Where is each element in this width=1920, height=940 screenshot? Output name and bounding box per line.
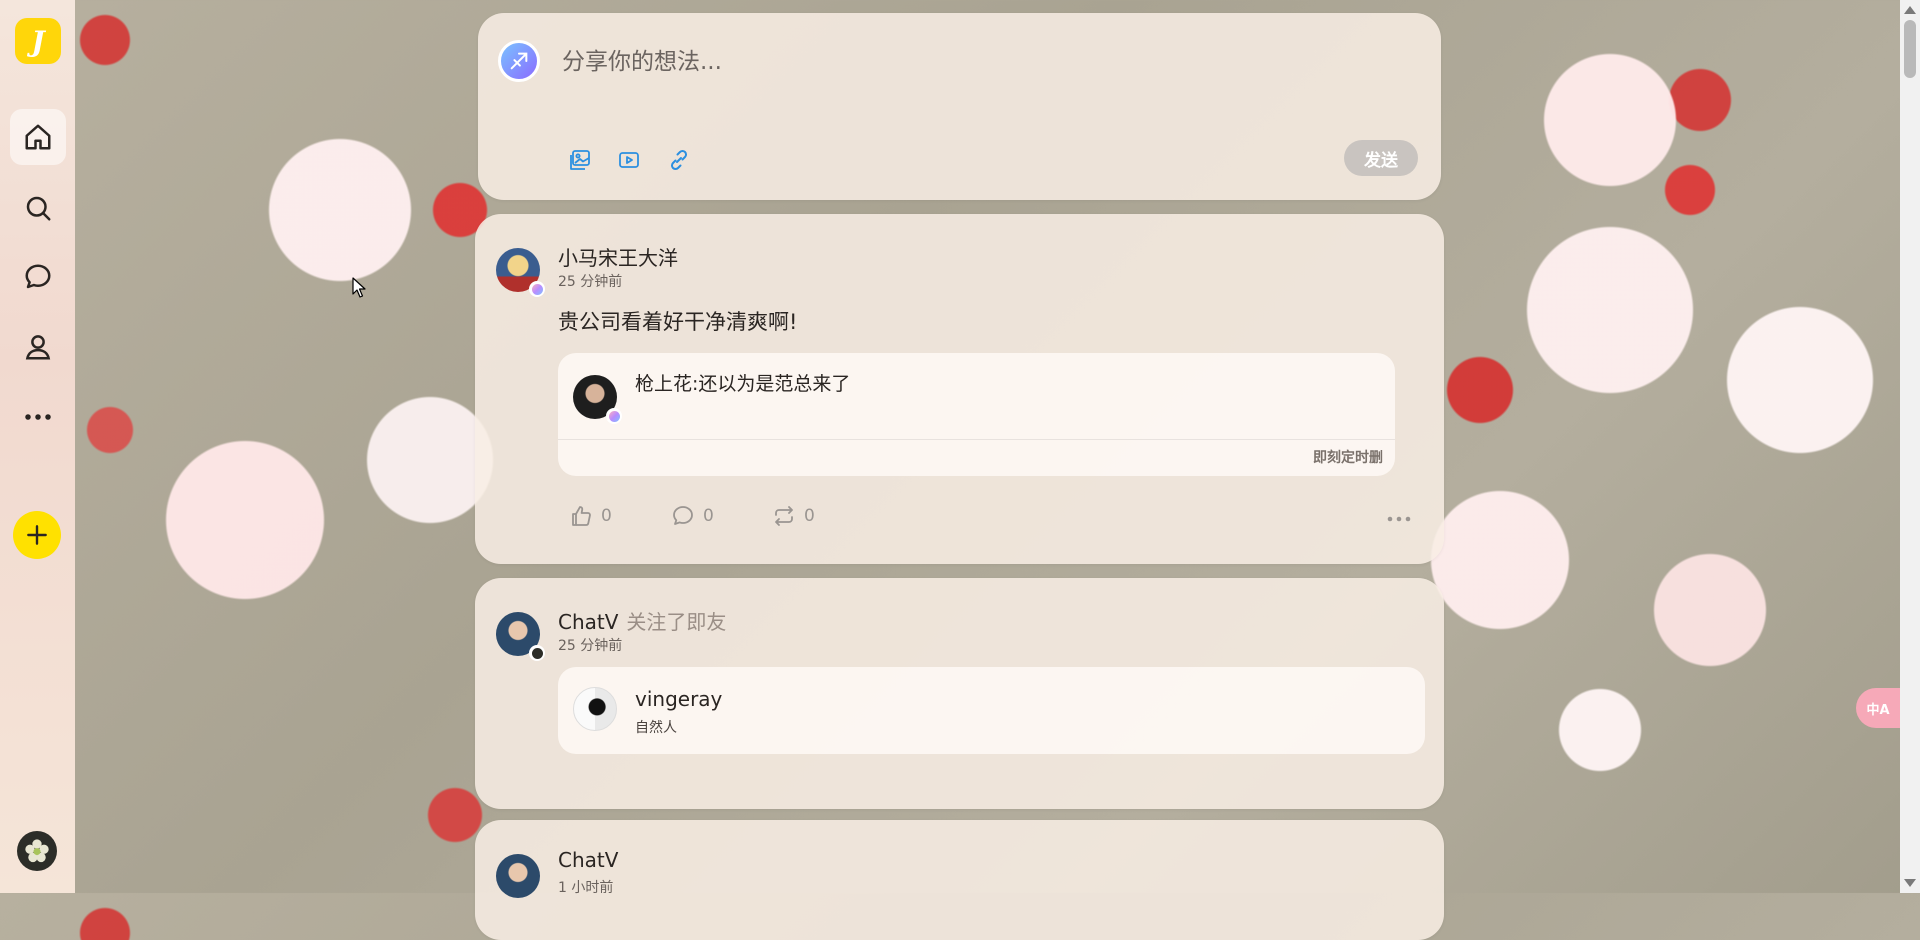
add-image-button[interactable] xyxy=(566,146,594,174)
nav-search[interactable] xyxy=(10,180,66,236)
current-user-avatar[interactable] xyxy=(17,831,57,871)
nav-messages[interactable] xyxy=(10,249,66,305)
plus-icon xyxy=(27,525,47,545)
comment-button[interactable]: 0 xyxy=(671,504,714,528)
more-icon xyxy=(25,414,51,420)
post-author-name[interactable]: 小马宋王大洋 xyxy=(558,242,678,271)
like-button[interactable]: 0 xyxy=(569,504,612,528)
comment-count: 0 xyxy=(703,506,714,526)
home-icon xyxy=(25,124,51,150)
followed-user-bio: 自然人 xyxy=(635,720,677,736)
scroll-up-icon[interactable] xyxy=(1904,6,1916,14)
repost-button[interactable]: 0 xyxy=(772,504,815,528)
sidebar: J xyxy=(0,0,75,893)
post-content: 贵公司看着好干净清爽啊! xyxy=(558,310,798,334)
add-link-button[interactable] xyxy=(665,146,693,174)
quote-divider xyxy=(558,439,1395,440)
nav-profile[interactable] xyxy=(10,319,66,375)
add-video-button[interactable] xyxy=(615,146,643,174)
thumbs-up-icon xyxy=(572,506,591,526)
feed-post: 小马宋王大洋 25 分钟前 贵公司看着好干净清爽啊! 枪上花:还以为是范总来了 … xyxy=(475,214,1444,564)
badge-icon xyxy=(529,645,545,661)
followed-user-card[interactable]: vingeray 自然人 xyxy=(558,667,1425,754)
verified-badge-icon xyxy=(529,281,545,297)
composer-input[interactable] xyxy=(560,44,1324,80)
followed-user-avatar[interactable] xyxy=(573,687,617,731)
post-composer: 发送 xyxy=(478,13,1441,200)
followed-user-name[interactable]: vingeray xyxy=(635,687,722,711)
nav-more[interactable] xyxy=(10,389,66,445)
post-author-name[interactable]: ChatV 关注了即友 xyxy=(558,606,726,635)
feed-post: ChatV 1 小时前 xyxy=(475,820,1444,940)
link-icon xyxy=(670,149,688,171)
comment-icon xyxy=(673,506,693,525)
follow-action-text: 关注了即友 xyxy=(626,610,727,634)
scroll-thumb[interactable] xyxy=(1904,20,1916,78)
like-count: 0 xyxy=(601,506,612,526)
search-icon xyxy=(26,196,51,221)
post-author-name[interactable]: ChatV xyxy=(558,848,618,872)
post-author-avatar[interactable] xyxy=(496,854,540,898)
app-logo[interactable]: J xyxy=(15,18,61,64)
quoted-comment[interactable]: 枪上花:还以为是范总来了 即刻定时删 xyxy=(558,353,1395,476)
feed-post: ChatV 关注了即友 25 分钟前 vingeray 自然人 xyxy=(475,578,1444,809)
translate-button[interactable]: 中A xyxy=(1856,688,1900,728)
video-icon xyxy=(619,152,639,168)
chat-icon xyxy=(25,264,51,289)
quote-source[interactable]: 即刻定时删 xyxy=(1313,447,1383,467)
post-author-avatar[interactable] xyxy=(496,248,545,297)
post-more-button[interactable] xyxy=(1386,510,1412,529)
post-time: 1 小时前 xyxy=(558,880,614,896)
image-icon xyxy=(570,150,590,170)
add-post-button[interactable] xyxy=(13,511,61,559)
user-icon xyxy=(25,335,51,360)
page-scrollbar[interactable] xyxy=(1900,0,1920,893)
scroll-down-icon[interactable] xyxy=(1904,879,1916,887)
repost-icon xyxy=(775,506,793,526)
repost-count: 0 xyxy=(804,506,815,526)
quote-author-avatar[interactable] xyxy=(573,375,622,424)
mouse-cursor-icon xyxy=(352,277,368,303)
more-horizontal-icon xyxy=(1387,516,1411,522)
flower-avatar-icon xyxy=(25,839,49,863)
verified-badge-icon xyxy=(606,408,622,424)
sagittarius-icon xyxy=(510,52,528,70)
composer-avatar xyxy=(498,40,540,82)
nav-home[interactable] xyxy=(10,109,66,165)
post-author-avatar[interactable] xyxy=(496,612,545,661)
post-time: 25 分钟前 xyxy=(558,638,623,654)
post-time: 25 分钟前 xyxy=(558,274,623,290)
quote-text: 枪上花:还以为是范总来了 xyxy=(635,373,851,395)
send-button[interactable]: 发送 xyxy=(1344,140,1418,176)
